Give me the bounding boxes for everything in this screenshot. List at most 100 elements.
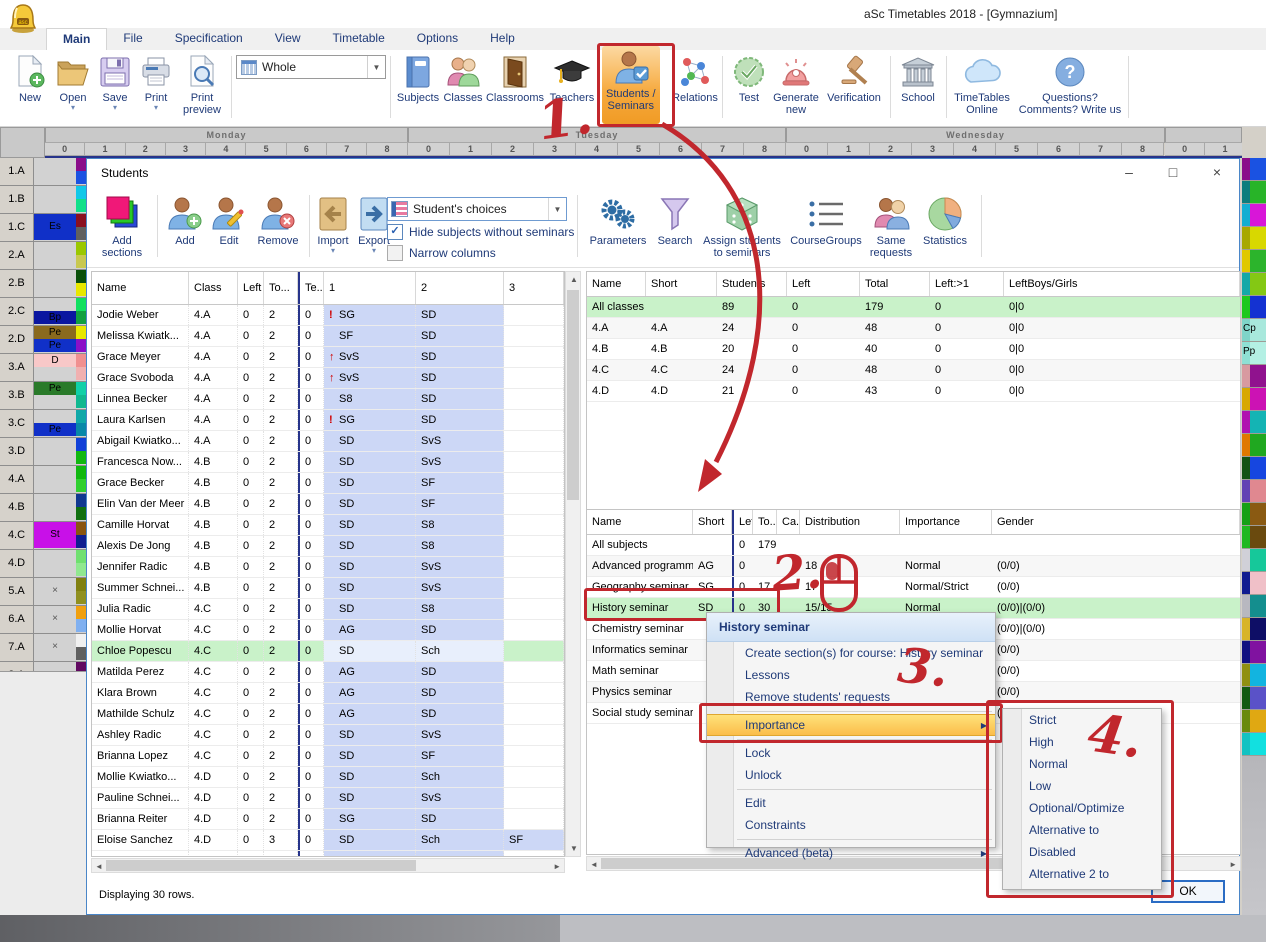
context-menu-item[interactable]: Advanced (beta) ▶ xyxy=(707,842,995,864)
col-header-left[interactable]: Left xyxy=(238,272,264,304)
class-row[interactable]: 3.A D xyxy=(0,354,90,382)
menu-tab[interactable]: Options xyxy=(401,28,474,50)
class-row[interactable]: 4.A xyxy=(0,466,90,494)
context-menu-item[interactable]: Lessons xyxy=(707,664,995,686)
scroll-down-icon[interactable]: ▼ xyxy=(570,844,578,853)
class-summary-row[interactable]: All classes 89 0 179 0 0|0 xyxy=(587,297,1240,318)
col-header-students[interactable]: Students xyxy=(717,272,787,296)
student-row[interactable]: Francesca Now... 4.B 0 2 0 SD SvS xyxy=(92,452,564,473)
context-menu-item[interactable]: Edit xyxy=(707,792,995,814)
class-summary-row[interactable]: 4.C 4.C 24 0 48 0 0|0 xyxy=(587,360,1240,381)
print-button[interactable]: Print▾ xyxy=(138,52,174,124)
student-row[interactable]: Alexis De Jong 4.B 0 2 0 SD S8 xyxy=(92,536,564,557)
student-row[interactable]: Matilda Perez 4.C 0 2 0 AG SD xyxy=(92,662,564,683)
context-menu-item[interactable]: Constraints xyxy=(707,814,995,836)
menu-tab[interactable]: Main xyxy=(46,28,107,50)
class-row[interactable]: 5.A × xyxy=(0,578,90,606)
context-menu-item[interactable]: Create section(s) for course: History se… xyxy=(707,642,995,664)
student-row[interactable]: Mollie Horvat 4.C 0 2 0 AG SD xyxy=(92,620,564,641)
submenu-item[interactable]: Alternative to xyxy=(1003,819,1161,841)
subject-row[interactable]: Advanced programmi... AG 0 18 Normal (0/… xyxy=(587,556,1240,577)
scroll-right-icon[interactable]: ► xyxy=(1229,860,1237,869)
student-row[interactable]: Camille Horvat 4.B 0 2 0 SD S8 xyxy=(92,515,564,536)
col-header-2[interactable]: 2 xyxy=(416,272,504,304)
class-row[interactable]: 1.A xyxy=(0,158,90,186)
class-row[interactable]: 4.D xyxy=(0,550,90,578)
minimize-button[interactable]: – xyxy=(1107,159,1151,187)
import-button[interactable]: Import▾ xyxy=(315,193,351,255)
col-header-to[interactable]: To... xyxy=(264,272,298,304)
context-menu-item[interactable]: Lock xyxy=(707,742,995,764)
class-row[interactable]: 2.B xyxy=(0,270,90,298)
submenu-item[interactable]: Optional/Optimize xyxy=(1003,797,1161,819)
edit-button[interactable]: Edit xyxy=(209,193,249,247)
student-row[interactable]: Abigail Kwiatko... 4.A 0 2 0 SD SvS xyxy=(92,431,564,452)
student-row[interactable]: Jennifer Radic 4.B 0 2 0 SD SvS xyxy=(92,557,564,578)
dialog-title-bar[interactable]: Students – □ × xyxy=(87,159,1239,187)
print-preview-button[interactable]: Print preview xyxy=(176,52,228,124)
scroll-left-icon[interactable]: ◄ xyxy=(590,860,598,869)
close-button[interactable]: × xyxy=(1195,159,1239,187)
col-header-name[interactable]: Name xyxy=(92,272,189,304)
class-row[interactable]: 7.A × xyxy=(0,634,90,662)
student-row[interactable]: Julia Radic 4.C 0 2 0 SD S8 xyxy=(92,599,564,620)
student-row[interactable]: Pauline Schnei... 4.D 0 2 0 SD SvS xyxy=(92,788,564,809)
student-row[interactable]: Linnea Becker 4.A 0 2 0 S8 SD xyxy=(92,389,564,410)
col-header-distribution[interactable]: Distribution xyxy=(800,510,900,534)
subject-row[interactable]: All subjects 0 179 xyxy=(587,535,1240,556)
students-table-vscrollbar[interactable]: ▲ ▼ xyxy=(565,271,581,857)
save-button[interactable]: Save▾ xyxy=(96,52,134,124)
parameters-button[interactable]: Parameters xyxy=(585,193,651,247)
class-summary-row[interactable]: 4.A 4.A 24 0 48 0 0|0 xyxy=(587,318,1240,339)
menu-tab[interactable]: File xyxy=(107,28,158,50)
classes-button[interactable]: Classes xyxy=(441,52,485,124)
student-row[interactable]: Elin Van der Meer 4.B 0 2 0 SD SF xyxy=(92,494,564,515)
context-menu-item[interactable]: Remove students' requests xyxy=(707,686,995,708)
scroll-left-icon[interactable]: ◄ xyxy=(95,862,103,871)
scrollbar-thumb[interactable] xyxy=(567,290,579,500)
new-button[interactable]: New xyxy=(10,52,50,124)
add-sections-button[interactable]: Add sections xyxy=(95,193,149,259)
maximize-button[interactable]: □ xyxy=(1151,159,1195,187)
class-row[interactable]: 4.C St xyxy=(0,522,90,550)
submenu-item[interactable]: High xyxy=(1003,731,1161,753)
student-row[interactable]: Brianna Reiter 4.D 0 2 0 SG SD xyxy=(92,809,564,830)
class-row[interactable]: 6.A × xyxy=(0,606,90,634)
class-row[interactable]: 3.C Pe xyxy=(0,410,90,438)
student-row[interactable]: Mollie Kwiatko... 4.D 0 2 0 SD Sch xyxy=(92,767,564,788)
col-header-name[interactable]: Name xyxy=(587,272,646,296)
student-row[interactable]: Grace Meyer 4.A 0 2 0 ↑SvS SD xyxy=(92,347,564,368)
class-summary-row[interactable]: 4.B 4.B 20 0 40 0 0|0 xyxy=(587,339,1240,360)
scroll-up-icon[interactable]: ▲ xyxy=(570,275,578,284)
menu-tab[interactable]: Timetable xyxy=(317,28,401,50)
generate-new-button[interactable]: Generate new xyxy=(770,52,822,124)
col-header-short[interactable]: Short xyxy=(646,272,717,296)
col-header-importance[interactable]: Importance xyxy=(900,510,992,534)
students-table-hscrollbar[interactable]: ◄ ► xyxy=(91,858,565,873)
submenu-item[interactable]: Low xyxy=(1003,775,1161,797)
col-header-class[interactable]: Class xyxy=(189,272,238,304)
search-button[interactable]: Search xyxy=(653,193,697,247)
student-row[interactable]: Mathilde Schulz 4.C 0 2 0 AG SD xyxy=(92,704,564,725)
remove-button[interactable]: Remove xyxy=(253,193,303,247)
scroll-right-icon[interactable]: ► xyxy=(553,862,561,871)
timetables-online-button[interactable]: TimeTables Online xyxy=(952,52,1012,124)
relations-button[interactable]: Relations xyxy=(672,52,718,124)
menu-tab[interactable]: Specification xyxy=(159,28,259,50)
col-header-gender[interactable]: Gender xyxy=(992,510,1240,534)
same-requests-button[interactable]: Samerequests xyxy=(867,193,915,259)
col-header-3[interactable]: 3 xyxy=(504,272,564,304)
submenu-item[interactable]: Alternative 2 to xyxy=(1003,863,1161,885)
student-row[interactable]: Brianna Lopez 4.C 0 2 0 SD SF xyxy=(92,746,564,767)
school-button[interactable]: School xyxy=(896,52,940,124)
col-header-left[interactable]: Left xyxy=(732,510,753,534)
col-header-leftboysgirls[interactable]: LeftBoys/Girls xyxy=(1004,272,1240,296)
student-row[interactable]: Chloe Popescu 4.C 0 2 0 SD Sch xyxy=(92,641,564,662)
student-row[interactable]: Eloise Sanchez 4.D 0 3 0 SD Sch SF xyxy=(92,830,564,851)
narrow-columns-checkbox[interactable]: Narrow columns xyxy=(387,245,496,261)
classrooms-button[interactable]: Classrooms xyxy=(486,52,544,124)
open-button[interactable]: Open▾ xyxy=(52,52,94,124)
col-header-short[interactable]: Short xyxy=(693,510,732,534)
view-select[interactable]: Whole ▼ xyxy=(236,55,386,79)
student-row[interactable]: Summer Schnei... 4.B 0 2 0 SD SvS xyxy=(92,578,564,599)
